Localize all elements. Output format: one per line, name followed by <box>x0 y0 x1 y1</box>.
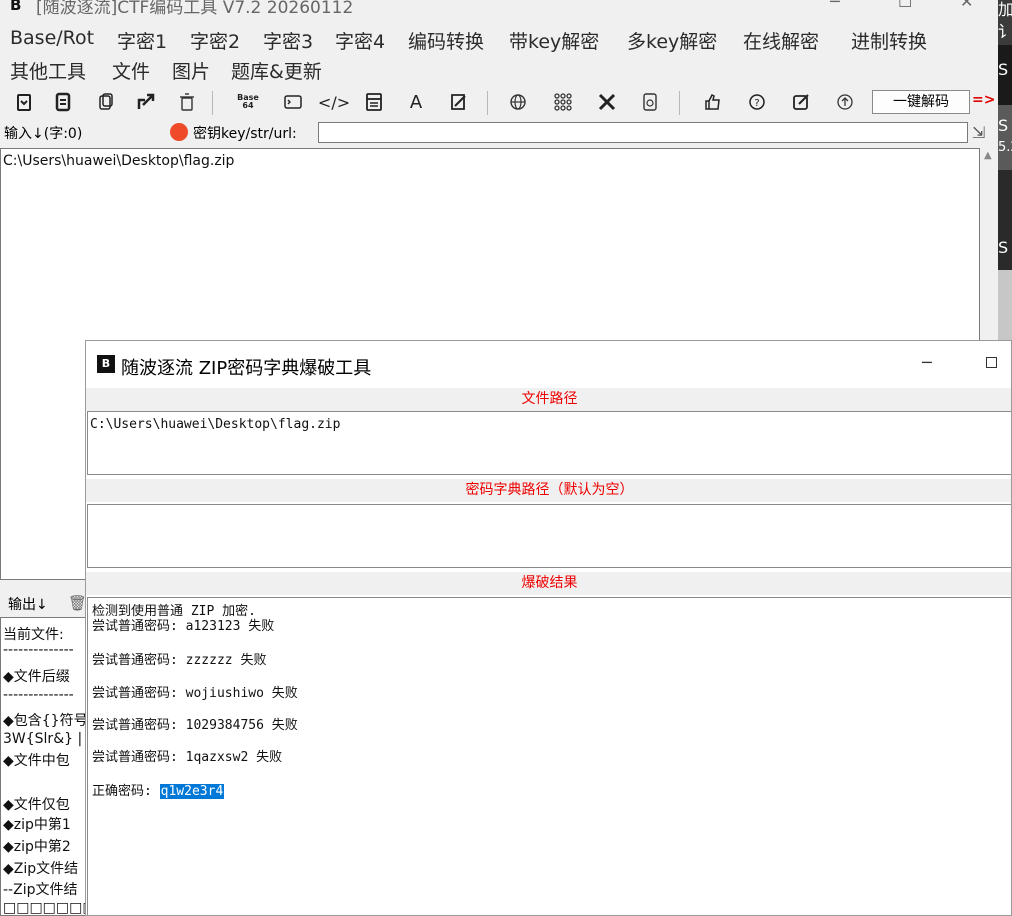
maximize-button[interactable]: ☐ <box>898 0 912 11</box>
menu-bar: Base/Rot 字密1 字密2 字密3 字密4 编码转换 带key解密 多ke… <box>0 24 998 86</box>
copy-icon[interactable] <box>50 89 76 115</box>
result-textarea[interactable]: 检测到使用普通 ZIP 加密. 尝试普通密码: a123123 失败 尝试普通密… <box>87 597 1011 915</box>
output-row: 输出↓ 🗑 <box>0 590 90 616</box>
zip-crack-dialog: B 随波逐流 ZIP密码字典爆破工具 ─ 文件路径 C:\Users\huawe… <box>85 340 1012 916</box>
edge-text: S <box>998 116 1009 135</box>
output-line: ◆Zip文件结 <box>3 861 79 877</box>
key-row: 输入↓(字:0) 密钥key/str/url: ⇲ <box>0 120 998 146</box>
result-line: 尝试普通密码: 1qazxsw2 失败 <box>92 750 283 765</box>
input-label: 输入↓(字:0) <box>4 126 83 142</box>
duplicate-icon[interactable] <box>92 89 118 115</box>
menu-online-decrypt[interactable]: 在线解密 <box>743 27 819 54</box>
menu-encoding-convert[interactable]: 编码转换 <box>408 27 484 54</box>
dialog-logo-icon: B <box>97 355 115 373</box>
app-logo-icon: B <box>10 0 22 14</box>
edge-text: S <box>998 238 1009 257</box>
one-click-decode-button[interactable]: 一键解码 <box>872 90 970 114</box>
dict-path-input[interactable] <box>87 504 1011 568</box>
share-icon[interactable] <box>133 89 159 115</box>
result-line: 尝试普通密码: wojiushiwo 失败 <box>92 686 298 701</box>
trash-icon[interactable] <box>174 89 200 115</box>
toolbar-separator <box>487 91 488 115</box>
correct-password-value[interactable]: q1w2e3r4 <box>159 784 225 799</box>
tools-icon[interactable] <box>594 89 620 115</box>
file-path-input[interactable]: C:\Users\huawei\Desktop\flag.zip <box>87 411 1011 475</box>
output-line: ◆zip中第1 <box>3 817 71 833</box>
output-line: -------------- <box>3 687 74 703</box>
result-line: 尝试普通密码: 1029384756 失败 <box>92 718 298 733</box>
output-line: ◆文件后缀 <box>3 669 70 685</box>
output-line: --Zip文件结 <box>3 882 78 898</box>
result-header: 爆破结果 <box>86 572 1011 595</box>
file-path-header: 文件路径 <box>86 388 1011 411</box>
key-label: 密钥key/str/url: <box>193 126 297 142</box>
pick-cursor-icon[interactable]: ⇲ <box>972 123 985 142</box>
edge-text: 加 <box>998 0 1012 19</box>
toolbar: Base 64 </> A ? 一键解码 => <box>0 87 998 117</box>
help-icon[interactable]: ? <box>744 89 770 115</box>
correct-password-line: 正确密码: q1w2e3r4 <box>92 780 225 799</box>
result-line: 尝试普通密码: a123123 失败 <box>92 619 275 634</box>
scroll-up-icon[interactable]: ▲ <box>984 150 992 161</box>
window-title: [随波逐流]CTF编码工具 V7.2 20260112 <box>36 0 354 18</box>
file-path-value: C:\Users\huawei\Desktop\flag.zip <box>90 417 341 432</box>
menu-base-convert[interactable]: 进制转换 <box>851 27 927 54</box>
title-bar: B [随波逐流]CTF编码工具 V7.2 20260112 ─ ☐ ✕ <box>0 0 998 24</box>
toolbar-separator <box>212 91 213 115</box>
output-line: □□□□□□□□ <box>3 900 89 916</box>
menu-cipher-1[interactable]: 字密1 <box>117 27 167 54</box>
code-icon[interactable]: </> <box>318 89 350 115</box>
output-line: 3W{Slr&} | <box>3 731 83 747</box>
output-line: ◆文件仅包 <box>3 797 70 813</box>
edge-text: S <box>998 60 1009 79</box>
correct-password-label: 正确密码: <box>92 784 160 799</box>
output-textarea[interactable]: 当前文件: -------------- ◆文件后缀 -------------… <box>0 617 90 916</box>
result-line: 尝试普通密码: zzzzzz 失败 <box>92 653 267 668</box>
edge-segment <box>998 105 1012 170</box>
edge-text: 讠 <box>998 22 1012 41</box>
dialog-minimize-button[interactable]: ─ <box>922 353 932 372</box>
dialog-title: 随波逐流 ZIP密码字典爆破工具 <box>121 358 372 379</box>
menu-cipher-2[interactable]: 字密2 <box>190 27 240 54</box>
input-content: C:\Users\huawei\Desktop\flag.zip <box>3 153 235 169</box>
terminal-icon[interactable] <box>280 89 306 115</box>
output-label: 输出↓ <box>8 597 48 613</box>
base64-icon[interactable]: Base 64 <box>235 89 261 115</box>
output-line: ◆zip中第2 <box>3 839 71 855</box>
edit-doc-icon[interactable] <box>446 89 472 115</box>
menu-base-rot[interactable]: Base/Rot <box>10 27 94 49</box>
menu-key-decrypt[interactable]: 带key解密 <box>509 27 599 54</box>
minimize-button[interactable]: ─ <box>830 0 840 11</box>
menu-file[interactable]: 文件 <box>112 57 150 84</box>
menu-cipher-4[interactable]: 字密4 <box>335 27 385 54</box>
close-button[interactable]: ✕ <box>960 0 973 11</box>
output-line: 当前文件: <box>3 627 64 643</box>
calculator-icon[interactable] <box>361 89 387 115</box>
menu-multikey-decrypt[interactable]: 多key解密 <box>627 27 717 54</box>
output-line: ◆文件中包 <box>3 753 70 769</box>
edge-text: 5.2 <box>998 140 1012 155</box>
menu-question-bank[interactable]: 题库&更新 <box>231 57 322 84</box>
key-input[interactable] <box>318 122 968 143</box>
globe-icon[interactable] <box>505 89 531 115</box>
menu-image[interactable]: 图片 <box>172 57 210 84</box>
toolbar-separator <box>679 91 680 115</box>
output-line: -------------- <box>3 642 74 658</box>
font-icon[interactable]: A <box>403 89 429 115</box>
document-icon[interactable] <box>637 89 663 115</box>
menu-cipher-3[interactable]: 字密3 <box>263 27 313 54</box>
thumbs-up-icon[interactable] <box>700 89 726 115</box>
grid-icon[interactable] <box>550 89 576 115</box>
dict-path-header: 密码字典路径（默认为空） <box>86 479 1011 502</box>
dialog-maximize-button[interactable] <box>986 357 997 368</box>
key-icon <box>170 123 188 141</box>
menu-other-tools[interactable]: 其他工具 <box>10 57 86 84</box>
arrow-indicator: => <box>972 92 996 108</box>
paste-icon[interactable] <box>11 89 37 115</box>
upload-icon[interactable] <box>832 89 858 115</box>
output-line: ◆包含{}符号 <box>3 713 88 729</box>
edit-icon[interactable] <box>788 89 814 115</box>
dialog-title-bar: B 随波逐流 ZIP密码字典爆破工具 ─ <box>86 341 1011 389</box>
svg-text:?: ? <box>754 98 759 109</box>
